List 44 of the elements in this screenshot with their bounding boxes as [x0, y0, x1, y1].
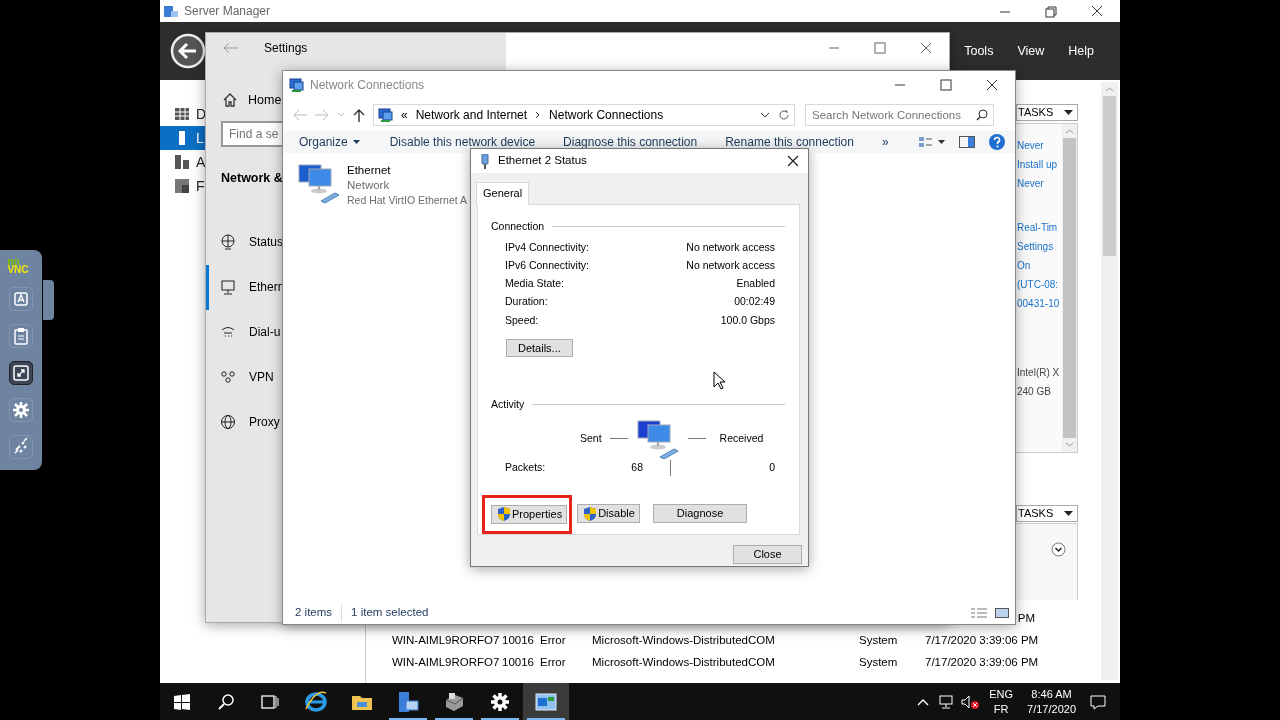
connection-name: Ethernet: [347, 163, 392, 178]
field-label: Media State:: [505, 276, 564, 292]
device-name: Red Hat VirtIO Ethernet A: [347, 193, 468, 208]
field-value: Enabled: [736, 276, 775, 292]
activity-label: Received: [719, 430, 764, 446]
table-cell-text: Error: [540, 633, 567, 649]
group-heading: Activity: [491, 396, 525, 412]
table-cell-text: Error: [540, 655, 567, 671]
dialog-title: Ethernet 2 Status: [498, 153, 587, 169]
window-title: Server Manager: [184, 3, 271, 20]
property-value: 240 GB: [1017, 385, 1052, 400]
table-cell-text: 7/17/2020 3:39:06 PM: [925, 655, 1040, 671]
group-heading: Connection: [491, 218, 545, 234]
field-label: IPv4 Connectivity:: [505, 239, 590, 255]
section-heading: Network &: [221, 170, 283, 187]
status-text: 1 item selected: [350, 605, 430, 621]
table-cell-text: 10016: [502, 655, 535, 671]
activity-label: Sent: [580, 430, 602, 446]
table-cell-text: 7/17/2020 3:39:06 PM: [925, 633, 1040, 649]
table-cell-text: PM: [1017, 611, 1035, 627]
table-cell-text: WIN-AIML9RORFO7: [392, 655, 501, 671]
logo-text: no: [7, 258, 21, 266]
table-cell-text: WIN-AIML9RORFO7: [392, 633, 501, 649]
field-label: Speed:: [505, 312, 539, 328]
packet-count: 0: [769, 459, 775, 475]
field-label: Duration:: [505, 294, 548, 310]
table-cell-text: Microsoft-Windows-DistributedCOM: [592, 633, 776, 649]
packet-count: 68: [630, 459, 643, 475]
field-value: 100.0 Gbps: [720, 312, 775, 328]
field-value: 00:02:49: [734, 294, 775, 310]
table-cell-text: Microsoft-Windows-DistributedCOM: [592, 655, 776, 671]
window-title: Settings: [264, 40, 308, 57]
field-value: No network access: [686, 257, 775, 273]
window-title: Network Connections: [310, 77, 425, 94]
logo-text: VNC: [7, 266, 29, 274]
connection-status: Network: [347, 178, 391, 193]
status-text: 2 items: [295, 604, 343, 622]
field-value: No network access: [686, 239, 775, 255]
field-label: IPv6 Connectivity:: [505, 257, 590, 273]
property-value: Intel(R) X: [1017, 366, 1061, 381]
table-cell-text: 10016: [502, 633, 535, 649]
field-label: Packets:: [505, 459, 547, 475]
table-cell-text: System: [859, 633, 899, 649]
table-cell-text: System: [859, 655, 899, 671]
